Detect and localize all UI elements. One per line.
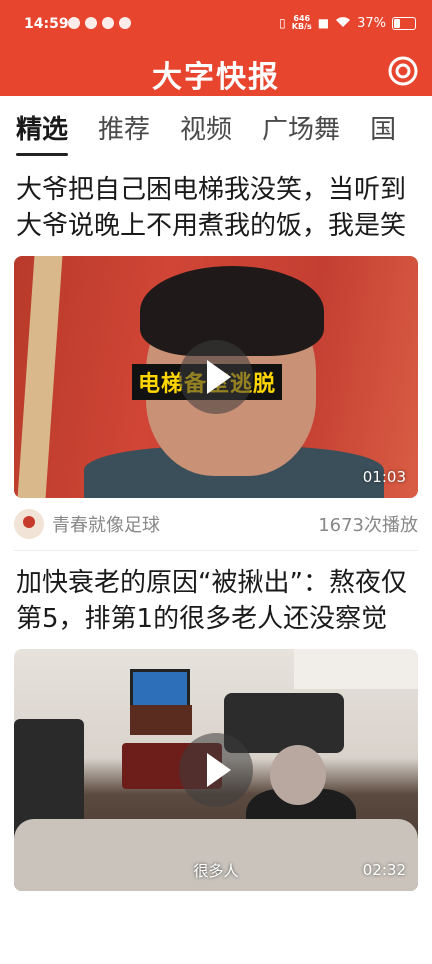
tab-square-dance[interactable]: 广场舞 [262, 109, 340, 146]
divider [14, 550, 418, 551]
nfc-icon: ■ [317, 16, 330, 30]
status-time: 14:59 [24, 16, 69, 32]
notification-icons [68, 17, 131, 29]
category-tabs: 精选 推荐 视频 广场舞 国 [0, 96, 432, 158]
battery-percent: 37% [357, 15, 386, 31]
status-bar: 14:59 ▯ 646 KB/s ■ 37% [0, 0, 432, 46]
video-thumbnail[interactable]: 电梯备室逃脱 01:03 [14, 256, 418, 498]
app-notification-icon [102, 17, 114, 29]
feed-item[interactable]: 加快衰老的原因“被揪出”：熬夜仅第5，排第1的很多老人还没察觉 很多人 02:3… [0, 565, 432, 891]
video-duration: 01:03 [362, 468, 406, 486]
app-notification-icon [85, 17, 97, 29]
app-notification-icon [119, 17, 131, 29]
battery-icon [392, 16, 416, 30]
article-title[interactable]: 加快衰老的原因“被揪出”：熬夜仅第5，排第1的很多老人还没察觉 [16, 565, 416, 637]
tab-recommended[interactable]: 推荐 [98, 109, 150, 146]
play-icon[interactable] [179, 340, 253, 414]
feed-item[interactable]: 大爷把自己困电梯我没笑，当听到大爷说晚上不用煮我的饭，我是笑 电梯备室逃脱 01… [0, 172, 432, 550]
network-speed-unit: KB/s [291, 22, 312, 31]
app-title: 大字快报 [152, 60, 280, 95]
wifi-icon [335, 16, 351, 31]
settings-button[interactable] [386, 54, 420, 88]
news-feed: 大爷把自己困电梯我没笑，当听到大爷说晚上不用煮我的饭，我是笑 电梯备室逃脱 01… [0, 158, 432, 891]
play-icon[interactable] [179, 733, 253, 807]
video-caption: 很多人 [193, 862, 239, 880]
article-meta: 青春就像足球 1673次播放 [14, 498, 418, 550]
tab-featured[interactable]: 精选 [16, 109, 69, 156]
tab-national[interactable]: 国 [370, 109, 396, 146]
author-avatar[interactable] [14, 509, 44, 539]
status-right: ▯ 646 KB/s ■ 37% [279, 15, 416, 31]
article-title[interactable]: 大爷把自己困电梯我没笑，当听到大爷说晚上不用煮我的饭，我是笑 [16, 172, 416, 244]
video-thumbnail[interactable]: 很多人 02:32 [14, 649, 418, 891]
tab-video[interactable]: 视频 [180, 109, 232, 146]
app-header: 大字快报 [0, 46, 432, 96]
author-name[interactable]: 青春就像足球 [52, 511, 160, 537]
video-duration: 02:32 [362, 861, 406, 879]
settings-icon [388, 56, 418, 86]
vibrate-icon: ▯ [279, 16, 286, 30]
play-count: 1673次播放 [318, 515, 418, 536]
app-notification-icon [68, 17, 80, 29]
network-speed: 646 KB/s [292, 15, 312, 31]
